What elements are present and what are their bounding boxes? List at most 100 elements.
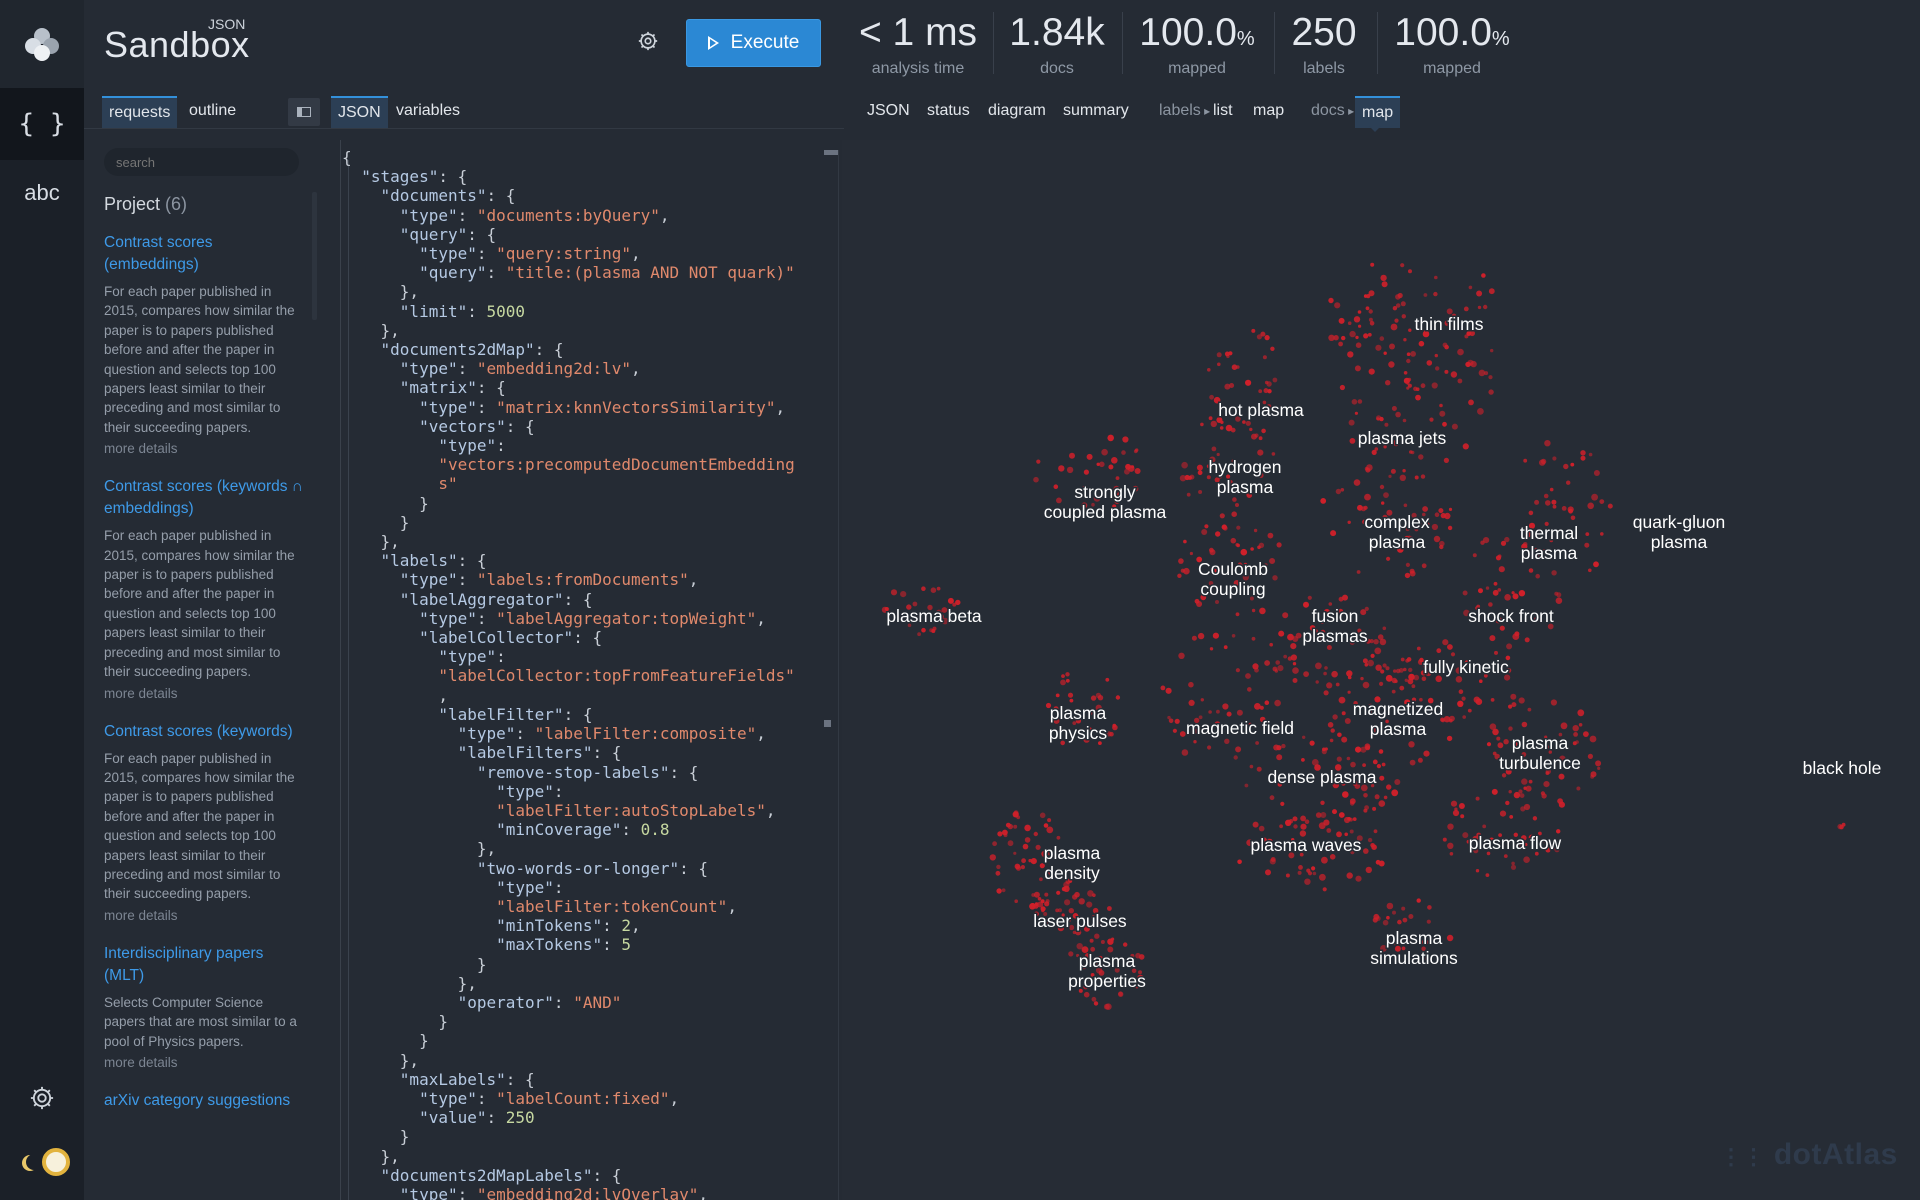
tab-docs-map[interactable]: map <box>1355 96 1401 128</box>
more-details-link[interactable]: more details <box>104 908 304 923</box>
document-dot[interactable] <box>1338 341 1343 347</box>
document-dot[interactable] <box>1033 476 1039 483</box>
document-dot[interactable] <box>1324 666 1328 670</box>
document-dot[interactable] <box>1329 738 1334 743</box>
document-dot[interactable] <box>1369 321 1375 326</box>
document-dot[interactable] <box>1275 660 1280 665</box>
document-dot[interactable] <box>1341 711 1346 716</box>
document-dot[interactable] <box>1089 938 1094 943</box>
document-dot[interactable] <box>1373 829 1378 834</box>
request-link[interactable]: Contrast scores (keywords ∩ embeddings) <box>104 476 304 520</box>
document-dot[interactable] <box>1304 878 1311 885</box>
document-dot[interactable] <box>1256 766 1262 772</box>
document-dot[interactable] <box>1499 625 1505 631</box>
document-dot[interactable] <box>1257 449 1264 456</box>
document-dot[interactable] <box>1591 493 1598 501</box>
document-dot[interactable] <box>997 831 1003 837</box>
document-dot[interactable] <box>1380 274 1387 282</box>
document-dot[interactable] <box>1572 725 1579 732</box>
document-dot[interactable] <box>1395 668 1401 674</box>
document-dot[interactable] <box>1511 591 1515 595</box>
code-line[interactable]: "labelAggregator": { <box>342 590 840 609</box>
document-dot[interactable] <box>1338 317 1345 324</box>
document-dot[interactable] <box>1462 715 1466 719</box>
code-line[interactable]: "labelCollector": { <box>342 628 840 647</box>
document-dot[interactable] <box>1406 358 1411 364</box>
document-dot[interactable] <box>1383 492 1389 498</box>
document-dot[interactable] <box>1379 336 1385 341</box>
document-dot[interactable] <box>1174 718 1180 724</box>
document-dot[interactable] <box>1523 856 1530 863</box>
code-line[interactable]: "vectors:precomputedDocumentEmbedding <box>342 455 840 474</box>
document-dot[interactable] <box>1408 741 1415 748</box>
document-dot[interactable] <box>1216 452 1220 457</box>
tab-view-diagram[interactable]: diagram <box>981 96 1053 128</box>
document-dot[interactable] <box>1024 824 1031 832</box>
document-dot[interactable] <box>1549 487 1554 492</box>
map-cluster-label[interactable]: complex plasma <box>1363 511 1431 554</box>
document-dot[interactable] <box>1033 891 1040 898</box>
document-dot[interactable] <box>1510 693 1517 700</box>
document-dot[interactable] <box>1210 420 1217 428</box>
document-dot[interactable] <box>1215 531 1221 537</box>
document-dot[interactable] <box>1232 497 1237 502</box>
map-cluster-label[interactable]: quark-gluon plasma <box>1631 511 1726 554</box>
document-dot[interactable] <box>1212 632 1219 639</box>
document-dot[interactable] <box>1285 873 1290 878</box>
document-dot[interactable] <box>1385 380 1391 386</box>
document-dot[interactable] <box>1442 837 1447 842</box>
document-dot[interactable] <box>1518 590 1526 597</box>
document-dot[interactable] <box>1523 458 1528 463</box>
document-dot[interactable] <box>1007 823 1014 830</box>
document-dot[interactable] <box>1101 448 1108 456</box>
code-line[interactable]: "type": <box>342 436 840 455</box>
document-dot[interactable] <box>1276 745 1282 751</box>
document-dot[interactable] <box>1355 342 1362 348</box>
document-dot[interactable] <box>1106 731 1112 737</box>
document-dot[interactable] <box>1472 553 1477 558</box>
document-dot[interactable] <box>1519 793 1525 798</box>
document-dot[interactable] <box>1311 866 1316 871</box>
document-dot[interactable] <box>1460 814 1465 819</box>
document-dot[interactable] <box>1378 860 1385 867</box>
document-dot[interactable] <box>947 597 954 604</box>
document-dot[interactable] <box>1276 542 1282 548</box>
document-dot[interactable] <box>1198 490 1203 494</box>
document-dot[interactable] <box>1065 678 1070 683</box>
document-dot[interactable] <box>1189 551 1193 556</box>
document-dot[interactable] <box>1361 506 1366 512</box>
document-dot[interactable] <box>1490 698 1495 702</box>
document-dot[interactable] <box>1394 679 1398 684</box>
document-dot[interactable] <box>1450 371 1458 378</box>
document-dot[interactable] <box>1334 302 1341 309</box>
document-dot[interactable] <box>1230 537 1237 544</box>
document-dot[interactable] <box>1550 699 1557 706</box>
document-dot[interactable] <box>1191 635 1197 641</box>
document-dot[interactable] <box>1365 745 1371 751</box>
tab-view-summary[interactable]: summary <box>1056 96 1136 128</box>
document-dot[interactable] <box>1421 676 1427 681</box>
document-dot[interactable] <box>1225 424 1233 432</box>
document-dot[interactable] <box>1297 870 1302 875</box>
code-line[interactable]: }, <box>342 974 840 993</box>
document-dot[interactable] <box>1436 648 1442 654</box>
document-dot[interactable] <box>1347 817 1351 821</box>
code-line[interactable]: "type": "labelCount:fixed", <box>342 1089 840 1108</box>
document-dot[interactable] <box>1348 419 1355 426</box>
document-dot[interactable] <box>1321 856 1328 864</box>
document-dot[interactable] <box>1420 383 1426 389</box>
document-dot[interactable] <box>1134 468 1141 474</box>
document-dot[interactable] <box>1444 344 1449 350</box>
document-dot[interactable] <box>1020 865 1025 870</box>
document-dot[interactable] <box>1380 669 1385 674</box>
document-dot[interactable] <box>1319 873 1326 881</box>
json-code[interactable]: { "stages": { "documents": { "type": "do… <box>342 148 840 1200</box>
document-dot[interactable] <box>1442 421 1447 427</box>
document-dot[interactable] <box>1353 479 1361 486</box>
code-line[interactable]: } <box>342 955 840 974</box>
document-dot[interactable] <box>1254 667 1259 673</box>
code-line[interactable]: "minTokens": 2, <box>342 916 840 935</box>
json-editor[interactable]: { "stages": { "documents": { "type": "do… <box>342 148 840 1200</box>
document-dot[interactable] <box>1078 898 1085 905</box>
document-dot[interactable] <box>1360 676 1364 681</box>
